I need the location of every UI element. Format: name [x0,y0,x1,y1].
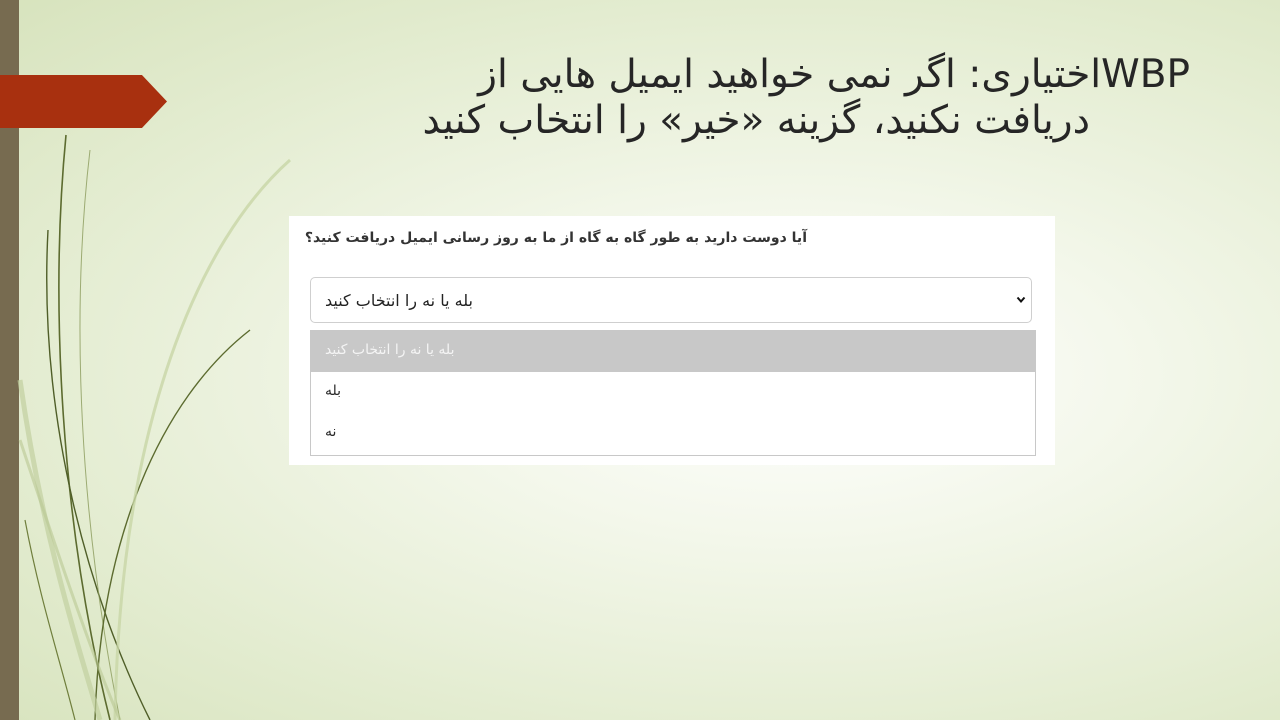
option-label: بله [325,383,342,399]
slide-title: WBPاختیاری: اگر نمی خواهید ایمیل هایی از… [270,52,1190,144]
option-label: بله یا نه را انتخاب کنید [325,342,455,358]
email-updates-question: آیا دوست دارید به طور گاه به گاه از ما ب… [304,230,807,246]
select-current-value: بله یا نه را انتخاب کنید [325,291,473,310]
option-yes[interactable]: بله [311,372,1035,413]
chevron-down-icon [1016,296,1026,304]
yes-no-select[interactable]: بله یا نه را انتخاب کنید [310,277,1032,323]
option-placeholder[interactable]: بله یا نه را انتخاب کنید [311,331,1035,372]
option-label: نه [325,424,337,440]
select-options-list: بله یا نه را انتخاب کنید بله نه [310,330,1036,456]
slide-title-line-1: WBPاختیاری: اگر نمی خواهید ایمیل هایی از [478,52,1190,97]
form-screenshot-panel: آیا دوست دارید به طور گاه به گاه از ما ب… [289,216,1055,465]
option-no[interactable]: نه [311,413,1035,454]
title-accent-arrow [0,75,167,128]
slide-title-line-2: دریافت نکنید، گزینه «خیر» را انتخاب کنید [422,98,1090,143]
